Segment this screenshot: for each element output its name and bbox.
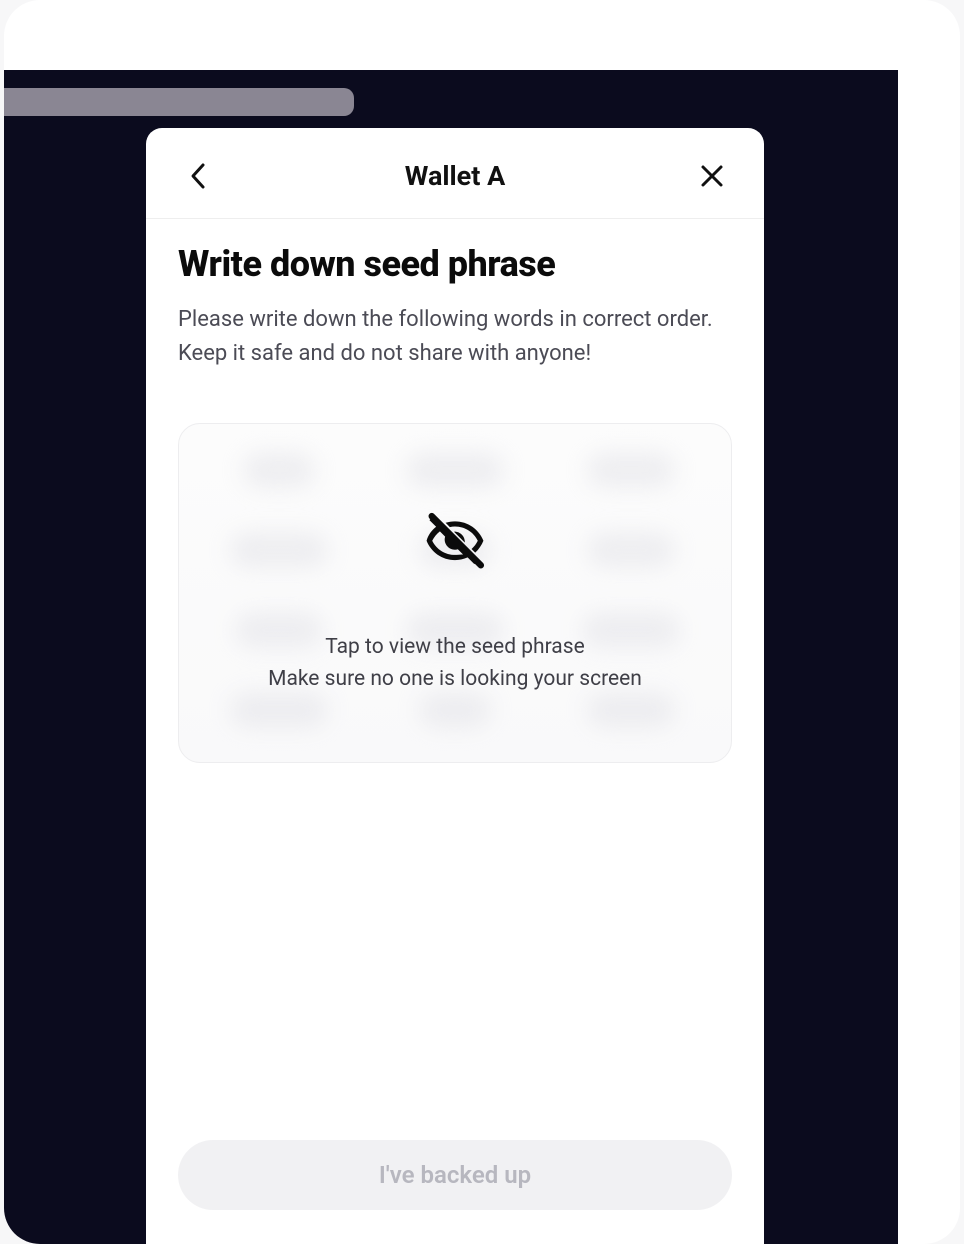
close-button[interactable] (692, 156, 732, 196)
header-title: Wallet A (405, 160, 506, 192)
content-area: Write down seed phrase Please write down… (146, 219, 764, 1120)
eye-off-icon (424, 511, 486, 573)
reveal-seed-text: Tap to view the seed phrase Make sure no… (268, 631, 642, 696)
outer-card: Wallet A Write down seed phrase Please w… (4, 0, 960, 1244)
header-bar: Wallet A (146, 128, 764, 219)
reveal-seed-overlay[interactable]: Tap to view the seed phrase Make sure no… (179, 424, 731, 762)
top-gray-bar (4, 88, 354, 116)
reveal-line-1: Tap to view the seed phrase (268, 631, 642, 664)
seed-phrase-box: Tap to view the seed phrase Make sure no… (178, 423, 732, 763)
close-icon (700, 164, 724, 188)
page-heading: Write down seed phrase (178, 243, 732, 285)
reveal-line-2: Make sure no one is looking your screen (268, 663, 642, 696)
page-description: Please write down the following words in… (178, 303, 732, 371)
chevron-left-icon (190, 162, 206, 190)
wallet-screen: Wallet A Write down seed phrase Please w… (146, 128, 764, 1244)
footer-area: I've backed up (146, 1120, 764, 1244)
backed-up-button[interactable]: I've backed up (178, 1140, 732, 1210)
back-button[interactable] (178, 156, 218, 196)
